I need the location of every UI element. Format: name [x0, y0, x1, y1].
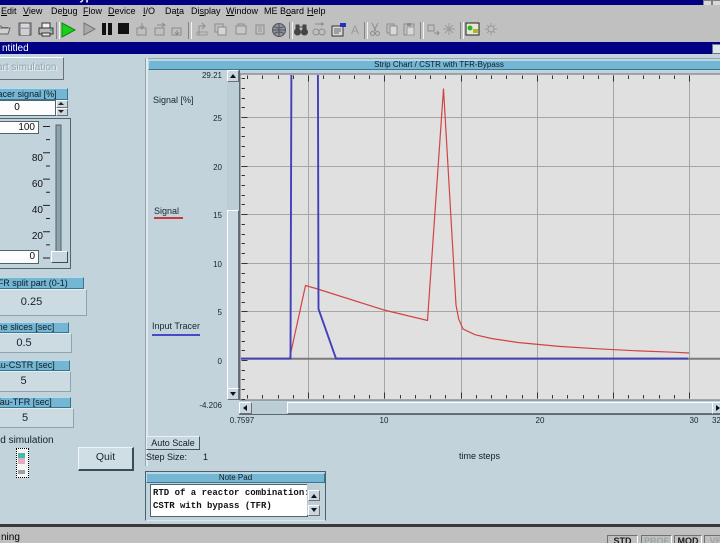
svg-text:A: A: [351, 23, 359, 36]
